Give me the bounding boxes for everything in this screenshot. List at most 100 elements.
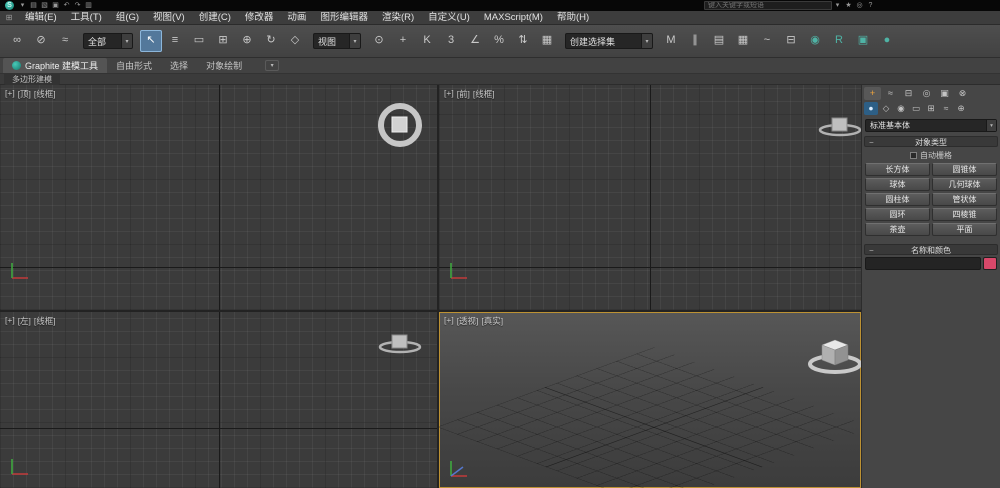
viewport-name-button[interactable]: [左] [18,315,31,327]
menu-animation[interactable]: 动画 [280,11,313,25]
plane-button[interactable]: 平面 [932,223,997,236]
teapot-button[interactable]: 茶壶 [865,223,930,236]
viewport-left[interactable]: [+] [左] [线框] [0,312,437,488]
modify-tab[interactable]: ≈ [882,87,899,100]
named-selection-sets-dropdown[interactable]: 创建选择集 ▾ [565,33,653,49]
rendered-frame-icon[interactable]: ▣ [852,30,874,52]
torus-button[interactable]: 圆环 [865,208,930,221]
ribbon-tab-graphite[interactable]: Graphite 建模工具 [3,58,107,73]
viewport-front[interactable]: [+] [前] [线框] [439,85,861,310]
save-file-icon[interactable]: ▣ [50,1,61,10]
cameras-category-icon[interactable]: ▭ [909,102,923,115]
viewport-menu-button[interactable]: [+] [5,88,15,100]
snaps-toggle-icon[interactable]: 3 [440,30,462,52]
select-and-manipulate-icon[interactable]: + [392,30,414,52]
box-button[interactable]: 长方体 [865,163,930,176]
infocenter-star-icon[interactable]: ★ [843,1,854,10]
edit-named-sets-icon[interactable]: ▦ [536,30,558,52]
menu-maxscript[interactable]: MAXScript(M) [477,11,550,25]
select-and-link-icon[interactable]: ∞ [6,30,28,52]
open-file-icon[interactable]: ▧ [39,1,50,10]
use-pivot-center-icon[interactable]: ⊙ [368,30,390,52]
new-scene-icon[interactable]: ▤ [28,1,39,10]
object-color-swatch[interactable] [983,257,997,270]
viewport-perspective[interactable]: [+] [透视] [真实] [439,312,861,488]
viewport-menu-button[interactable]: [+] [444,315,454,327]
render-production-icon[interactable]: ● [876,30,898,52]
name-color-rollout-header[interactable]: − 名称和颜色 [864,244,998,255]
shapes-category-icon[interactable]: ◇ [879,102,893,115]
window-crossing-icon[interactable]: ⊞ [212,30,234,52]
geometry-category-icon[interactable]: ● [864,102,878,115]
pyramid-button[interactable]: 四棱锥 [932,208,997,221]
workspace-switcher-icon[interactable]: ⊞ [2,13,16,22]
menu-help[interactable]: 帮助(H) [550,11,596,25]
select-by-name-icon[interactable]: ≡ [164,30,186,52]
layer-manager-icon[interactable]: ▤ [708,30,730,52]
curve-editor-icon[interactable]: ~ [756,30,778,52]
menu-modifiers[interactable]: 修改器 [238,11,281,25]
project-folder-icon[interactable]: ▥ [83,1,94,10]
viewport-shading-button[interactable]: [线框] [34,88,56,100]
viewport-name-button[interactable]: [透视] [457,315,479,327]
cone-button[interactable]: 圆锥体 [932,163,997,176]
viewport-name-button[interactable]: [顶] [18,88,31,100]
keyboard-override-icon[interactable]: K [416,30,438,52]
coordinate-system-dropdown[interactable]: 视图 ▾ [313,33,361,49]
hierarchy-tab[interactable]: ⊟ [900,87,917,100]
menu-group[interactable]: 组(G) [109,11,146,25]
geosphere-button[interactable]: 几何球体 [932,178,997,191]
display-tab[interactable]: ▣ [936,87,953,100]
selection-filter-dropdown[interactable]: 全部 ▾ [83,33,133,49]
sphere-button[interactable]: 球体 [865,178,930,191]
systems-category-icon[interactable]: ⊕ [954,102,968,115]
ribbon-minimize-button[interactable]: ▾ [265,60,279,71]
mirror-icon[interactable]: M [660,30,682,52]
autogrid-checkbox[interactable] [910,152,917,159]
lights-category-icon[interactable]: ◉ [894,102,908,115]
viewport-menu-button[interactable]: [+] [5,315,15,327]
render-setup-icon[interactable]: R [828,30,850,52]
create-tab[interactable]: + [864,87,881,100]
menu-tools[interactable]: 工具(T) [64,11,109,25]
unlink-selection-icon[interactable]: ⊘ [30,30,52,52]
select-and-move-icon[interactable]: ⊕ [236,30,258,52]
align-icon[interactable]: ∥ [684,30,706,52]
spinner-snap-icon[interactable]: ⇅ [512,30,534,52]
viewport-name-button[interactable]: [前] [457,88,470,100]
select-object-icon[interactable]: ↖ [140,30,162,52]
viewport-shading-button[interactable]: [真实] [481,315,503,327]
polygon-modeling-panel-tab[interactable]: 多边形建模 [4,74,60,85]
viewport-shading-button[interactable]: [线框] [34,315,56,327]
application-menu-icon[interactable]: ▾ [17,1,28,10]
helpers-category-icon[interactable]: ⊞ [924,102,938,115]
viewport-menu-button[interactable]: [+] [444,88,454,100]
space-warps-category-icon[interactable]: ≈ [939,102,953,115]
rectangular-selection-icon[interactable]: ▭ [188,30,210,52]
menu-create[interactable]: 创建(C) [192,11,238,25]
object-type-rollout-header[interactable]: − 对象类型 [864,136,998,147]
ribbon-tab-freeform[interactable]: 自由形式 [107,58,161,73]
redo-icon[interactable]: ↷ [72,1,83,10]
menu-views[interactable]: 视图(V) [146,11,192,25]
schematic-view-icon[interactable]: ⊟ [780,30,802,52]
ribbon-tab-selection[interactable]: 选择 [161,58,197,73]
tube-button[interactable]: 管状体 [932,193,997,206]
menu-graph-editors[interactable]: 图形编辑器 [313,11,375,25]
communication-center-icon[interactable]: ◎ [854,1,865,10]
percent-snap-icon[interactable]: % [488,30,510,52]
select-and-rotate-icon[interactable]: ↻ [260,30,282,52]
undo-icon[interactable]: ↶ [61,1,72,10]
viewport-shading-button[interactable]: [线框] [473,88,495,100]
primitive-category-dropdown[interactable]: 标准基本体 ▾ [865,119,997,132]
help-icon[interactable]: ? [865,1,876,10]
menu-rendering[interactable]: 渲染(R) [375,11,421,25]
ribbon-tab-object-paint[interactable]: 对象绘制 [197,58,251,73]
angle-snap-icon[interactable]: ∠ [464,30,486,52]
graphite-toggle-icon[interactable]: ▦ [732,30,754,52]
search-options-icon[interactable]: ▾ [832,1,843,10]
motion-tab[interactable]: ◎ [918,87,935,100]
bind-to-space-warp-icon[interactable]: ≈ [54,30,76,52]
viewport-top[interactable]: [+] [顶] [线框] [0,85,437,310]
object-name-input[interactable] [865,257,981,270]
